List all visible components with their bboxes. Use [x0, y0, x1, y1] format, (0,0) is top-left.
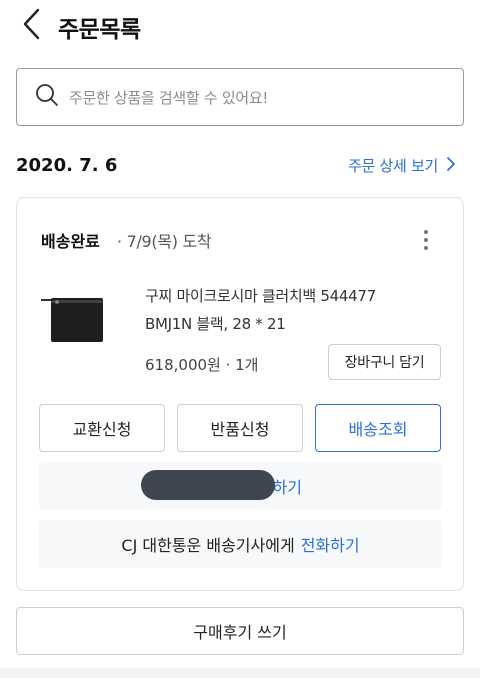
search-placeholder: 주문한 상품을 검색할 수 있어요!	[69, 88, 269, 107]
back-button[interactable]	[14, 8, 50, 44]
call-link[interactable]: 전화하기	[301, 532, 360, 556]
redaction-mark	[141, 470, 275, 500]
search-icon	[35, 83, 59, 111]
chevron-left-icon	[21, 7, 43, 45]
header: 주문목록	[0, 0, 480, 52]
order-date: 2020. 7. 6	[16, 155, 118, 176]
delivery-status: 배송완료	[41, 232, 100, 251]
product-image[interactable]	[37, 290, 117, 354]
order-detail-label: 주문 상세 보기	[348, 157, 438, 175]
tracking-button[interactable]: 배송조회	[315, 404, 441, 452]
order-detail-link[interactable]: 주문 상세 보기	[348, 155, 456, 176]
more-vertical-icon[interactable]	[419, 226, 433, 254]
write-review-button[interactable]: 구매후기 쓰기	[16, 607, 464, 655]
chevron-right-icon	[446, 156, 456, 176]
exchange-button[interactable]: 교환신청	[39, 404, 165, 452]
delivery-arrival: · 7/9(목) 도착	[117, 232, 212, 251]
product-name[interactable]: 구찌 마이크로시마 클러치백 544477 BMJ1N 블랙, 28 * 21	[145, 282, 425, 338]
product-price: 618,000원 · 1개	[145, 356, 259, 374]
search-input[interactable]: 주문한 상품을 검색할 수 있어요!	[16, 68, 464, 126]
courier-call-box: CJ 대한통운 배송기사에게 전화하기	[39, 520, 442, 568]
inquiry-button[interactable]: 문의하기	[39, 462, 442, 510]
courier-call-text: CJ 대한통운 배송기사에게	[121, 536, 295, 555]
order-card: 배송완료 · 7/9(목) 도착 구찌 마이크로시마 클러치백 544477 B…	[16, 197, 464, 591]
add-to-cart-button[interactable]: 장바구니 담기	[328, 344, 441, 380]
divider	[0, 668, 480, 678]
page-title: 주문목록	[58, 17, 141, 43]
return-button[interactable]: 반품신청	[177, 404, 303, 452]
